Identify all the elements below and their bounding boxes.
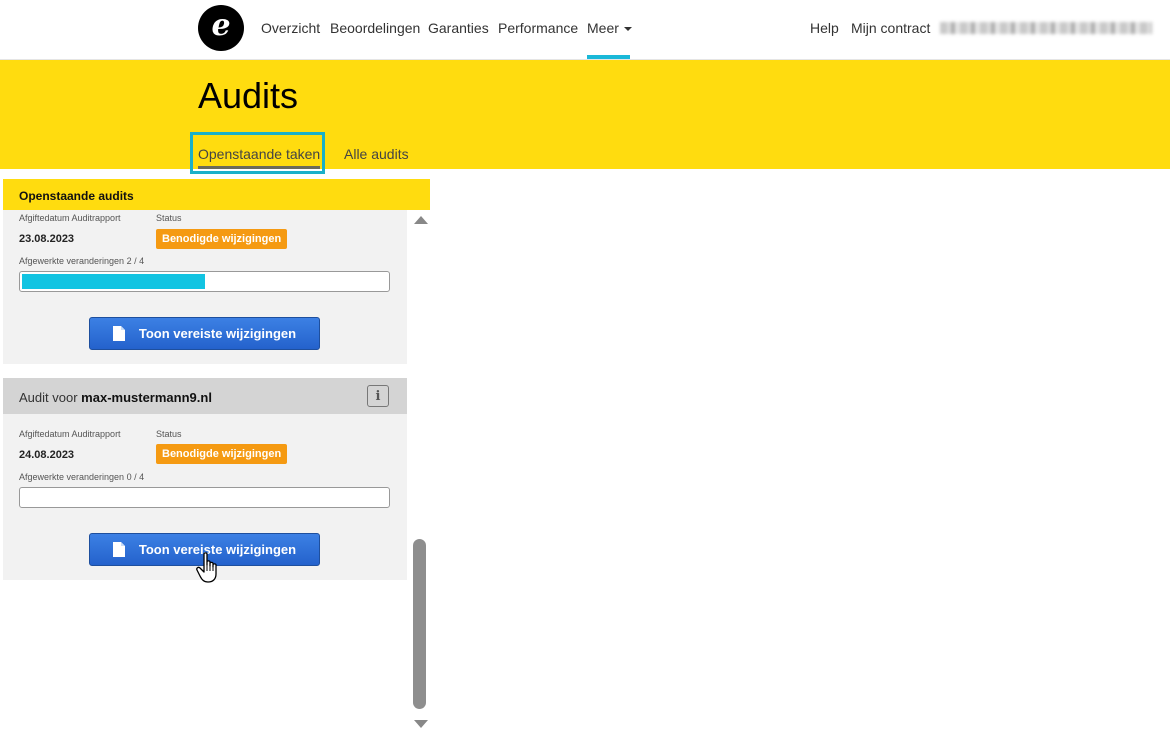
show-required-changes-button[interactable]: Toon vereiste wijzigingen xyxy=(89,317,320,350)
scroll-down-arrow-icon[interactable] xyxy=(414,720,428,728)
tab-alle-audits[interactable]: Alle audits xyxy=(344,146,409,162)
hand-pointer-cursor-icon xyxy=(196,552,217,583)
progress-label: Afgewerkte veranderingen 0 / 4 xyxy=(19,472,145,482)
document-icon xyxy=(112,326,125,341)
button-label: Toon vereiste wijzigingen xyxy=(138,326,297,341)
audit-card-header: Audit voor max-mustermann9.nl i xyxy=(3,378,407,414)
nav-item-meer-label: Meer xyxy=(587,20,619,36)
top-navigation: e Overzicht Beoordelingen Garanties Perf… xyxy=(0,0,1170,60)
progress-bar-fill xyxy=(22,274,205,289)
scrollbar-thumb[interactable] xyxy=(413,539,426,709)
nav-active-indicator xyxy=(587,55,630,59)
scroll-up-arrow-icon[interactable] xyxy=(414,216,428,224)
open-audits-panel: Openstaande audits Afgiftedatum Auditrap… xyxy=(3,179,430,735)
tab-openstaande-taken[interactable]: Openstaande taken xyxy=(198,146,320,162)
document-icon xyxy=(112,542,125,557)
panel-scrollbar[interactable] xyxy=(411,210,430,735)
panel-header: Openstaande audits xyxy=(3,179,430,210)
status-label: Status xyxy=(156,429,182,439)
status-label: Status xyxy=(156,213,182,223)
audit-domain: max-mustermann9.nl xyxy=(81,390,212,405)
chevron-down-icon xyxy=(623,27,632,32)
active-tab-underline xyxy=(198,166,320,169)
date-label: Afgiftedatum Auditrapport xyxy=(19,429,121,439)
audit-date: 23.08.2023 xyxy=(19,233,75,245)
page-title: Audits xyxy=(198,75,299,116)
audit-date: 24.08.2023 xyxy=(19,449,75,461)
audit-title-prefix: Audit voor xyxy=(19,390,78,405)
audit-card: Audit voor max-mustermann9.nl i Afgifted… xyxy=(3,378,407,580)
date-label: Afgiftedatum Auditrapport xyxy=(19,213,121,223)
status-badge: Benodigde wijzigingen xyxy=(156,229,288,249)
progress-label: Afgewerkte veranderingen 2 / 4 xyxy=(19,256,145,266)
logo-letter: e xyxy=(211,8,231,43)
nav-item-help[interactable]: Help xyxy=(810,20,839,36)
trusted-shops-logo[interactable]: e xyxy=(198,5,244,51)
nav-item-meer[interactable]: Meer xyxy=(587,20,632,36)
audit-card: Afgiftedatum Auditrapport Status 23.08.2… xyxy=(3,210,407,364)
nav-item-performance[interactable]: Performance xyxy=(498,20,578,36)
progress-bar xyxy=(19,271,390,292)
audit-card-title: Audit voor max-mustermann9.nl xyxy=(19,390,212,405)
progress-bar xyxy=(19,487,390,508)
status-badge: Benodigde wijzigingen xyxy=(156,444,288,464)
user-account-blurred[interactable] xyxy=(940,22,1152,34)
info-icon[interactable]: i xyxy=(367,385,389,407)
nav-item-mijn-contract[interactable]: Mijn contract xyxy=(851,20,930,36)
nav-item-beoordelingen[interactable]: Beoordelingen xyxy=(330,20,420,36)
panel-title: Openstaande audits xyxy=(19,189,134,203)
page-header: Audits Openstaande taken Alle audits xyxy=(0,60,1170,174)
nav-item-overzicht[interactable]: Overzicht xyxy=(261,20,320,36)
nav-item-garanties[interactable]: Garanties xyxy=(428,20,489,36)
